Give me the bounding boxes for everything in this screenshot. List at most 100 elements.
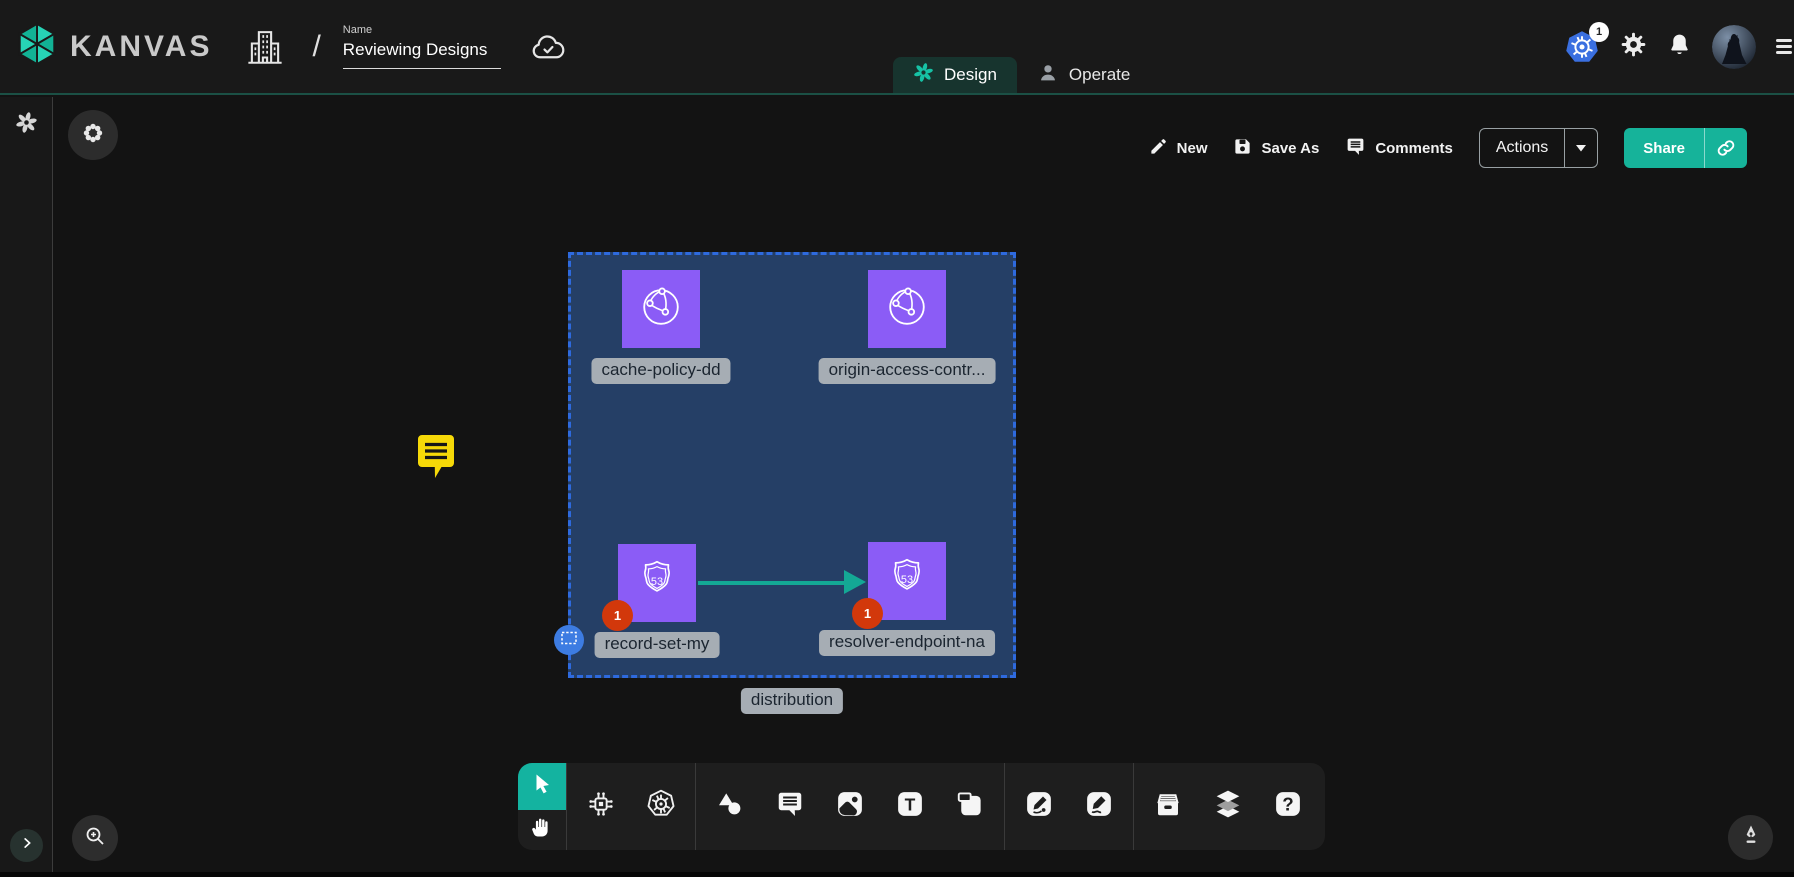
layers-tool-button[interactable] [1198,763,1258,850]
save-as-button-label: Save As [1261,140,1319,157]
card-tool-button[interactable] [940,763,1000,850]
dashed-rectangle-icon [560,630,578,651]
actions-button[interactable]: Actions [1479,128,1598,168]
node-origin-access-control[interactable]: origin-access-contr... [868,270,946,348]
kanvas-logo[interactable]: KANVAS [14,21,212,72]
node-label: record-set-my [595,632,720,658]
group-selection-handle[interactable] [554,625,584,655]
hand-icon [530,815,554,844]
node-cache-policy[interactable]: cache-policy-dd [622,270,700,348]
pointer-tools-column [518,763,566,850]
node-label: resolver-endpoint-na [819,630,995,656]
node-label: cache-policy-dd [591,358,730,384]
left-sidebar [0,97,53,877]
design-name-field: Name [343,24,501,69]
question-mark-icon: ? [1273,789,1303,824]
new-button[interactable]: New [1149,137,1208,160]
comment-tool-button[interactable] [760,763,820,850]
select-tool-button[interactable] [518,763,566,810]
circuit-chip-icon [586,789,616,824]
text-tool-button[interactable]: T [880,763,940,850]
archive-tool-button[interactable] [1138,763,1198,850]
operate-person-icon [1037,62,1059,89]
kubernetes-context-button[interactable]: 1 [1564,29,1600,65]
archive-drawer-icon [1153,789,1183,824]
cloudfront-globe-icon [635,281,687,338]
sketch-pencil-tool-button[interactable] [1069,763,1129,850]
node-resolver-endpoint[interactable]: 53 1 resolver-endpoint-na [868,542,946,620]
route53-shield-icon: 53 [882,554,932,609]
drawing-tools-section [1005,763,1133,850]
image-tool-button[interactable] [820,763,880,850]
floppy-save-icon [1233,137,1252,160]
organization-building-icon[interactable] [244,26,286,68]
sketch-pencil-icon [1084,789,1114,824]
text-icon: T [895,789,925,824]
tab-operate[interactable]: Operate [1017,57,1150,93]
pen-tool-button[interactable] [1009,763,1069,850]
kubernetes-count-badge: 1 [1589,22,1609,42]
tab-design-label: Design [944,65,997,85]
tab-design[interactable]: Design [893,57,1017,93]
svg-text:?: ? [1282,794,1293,815]
share-button-label[interactable]: Share [1624,128,1704,168]
pen-nib-icon [1739,823,1763,852]
breadcrumb-separator: / [312,30,320,64]
flower-asterisk-icon [80,120,106,151]
copy-link-icon[interactable] [1705,128,1747,168]
library-tools-section: ? [1134,763,1322,850]
comments-button-label: Comments [1375,140,1453,157]
user-avatar[interactable] [1712,25,1756,69]
bottom-toolbar: T [518,763,1325,850]
settings-gear-icon[interactable] [1620,31,1647,63]
app-header: KANVAS / Name [0,0,1794,95]
kubernetes-tool-button[interactable] [631,763,691,850]
pencil-icon [1149,137,1168,160]
infrastructure-tool-button[interactable] [571,763,631,850]
svg-text:53: 53 [901,574,913,586]
route53-shield-icon: 53 [632,556,682,611]
canvas-toolbar: New Save As Comments Actions Share [1149,128,1747,168]
group-label: distribution [741,688,843,714]
layers-icon [1212,788,1244,825]
comment-bubble-icon [1345,136,1366,161]
image-icon [835,789,865,824]
canvas-comment-pin[interactable] [413,432,459,487]
kubernetes-helm-icon [645,788,677,825]
cloudfront-globe-icon [881,281,933,338]
header-right-actions: 1 [1564,0,1794,93]
shapes-icon [715,789,745,824]
actions-dropdown-caret[interactable] [1565,129,1597,167]
pen-mode-button[interactable] [1728,815,1773,860]
notifications-bell-icon[interactable] [1667,32,1692,62]
annotation-tools-section: T [696,763,1004,850]
sidebar-expand-button[interactable] [10,829,43,862]
edge-connector-line [698,581,844,585]
card-icon [955,789,985,824]
cursor-arrow-icon [530,772,554,801]
save-as-button[interactable]: Save As [1233,137,1319,160]
tab-operate-label: Operate [1069,65,1130,85]
actions-button-label[interactable]: Actions [1480,129,1564,167]
app-root: KANVAS / Name [0,0,1794,877]
magnifier-plus-icon [83,824,107,853]
kanvas-hexagon-icon [14,21,60,72]
pan-tool-button[interactable] [518,810,566,850]
shapes-tool-button[interactable] [700,763,760,850]
zoom-in-button[interactable] [72,815,118,861]
bottom-edge-strip [0,872,1794,877]
share-button[interactable]: Share [1624,128,1747,168]
edge-connector-arrowhead [844,570,866,594]
svg-text:53: 53 [651,576,663,588]
sidebar-swirl-icon [15,111,38,139]
design-swirl-icon [913,62,934,88]
name-field-label: Name [343,24,501,36]
comment-bubble-icon [775,789,805,824]
hamburger-menu-icon[interactable] [1776,39,1792,54]
infra-tools-section [567,763,695,850]
comments-button[interactable]: Comments [1345,136,1453,161]
node-record-set[interactable]: 53 1 record-set-my [618,544,696,622]
canvas-menu-button[interactable] [68,110,118,160]
design-name-input[interactable] [343,38,501,69]
help-tool-button[interactable]: ? [1258,763,1318,850]
